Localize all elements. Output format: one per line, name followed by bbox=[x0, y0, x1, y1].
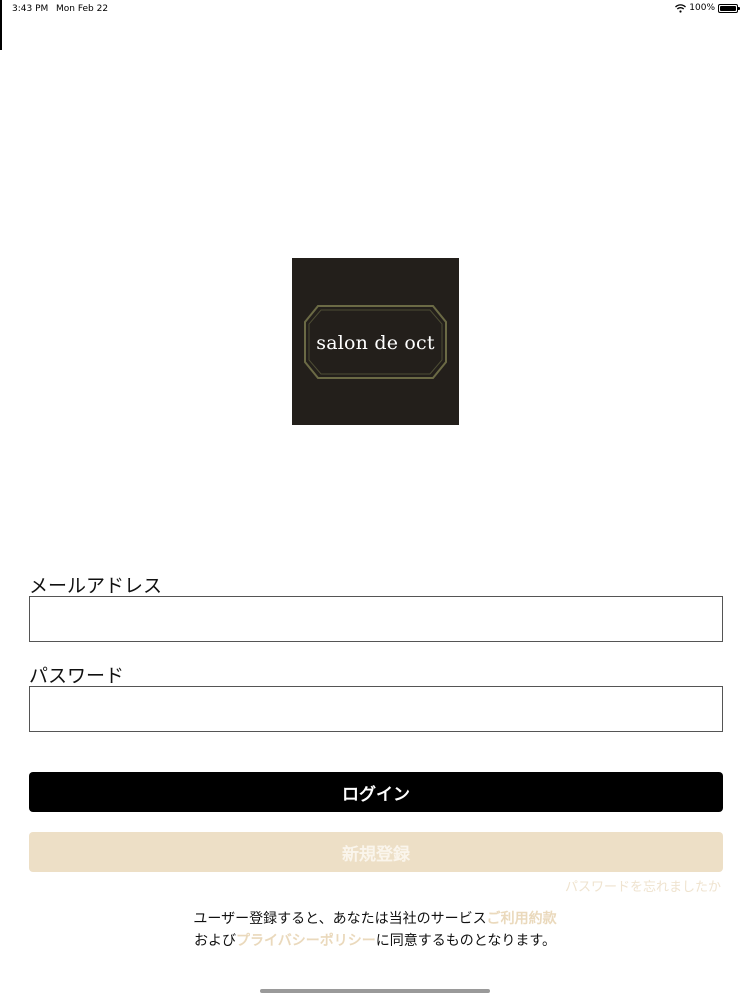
terms-text-1: ユーザー登録すると、あなたは当社のサービス bbox=[193, 911, 487, 927]
home-indicator[interactable] bbox=[260, 989, 490, 993]
register-button[interactable]: 新規登録 bbox=[29, 832, 723, 872]
email-field[interactable] bbox=[29, 596, 723, 642]
privacy-policy-link[interactable]: プライバシーポリシー bbox=[236, 933, 376, 949]
battery-percent: 100% bbox=[689, 3, 715, 13]
salon-logo: salon de oct bbox=[292, 258, 459, 425]
login-button[interactable]: ログイン bbox=[29, 772, 723, 812]
wifi-icon bbox=[675, 3, 687, 13]
terms-of-service-link[interactable]: ご利用約款 bbox=[487, 911, 557, 927]
terms-text-3: に同意するものとなります。 bbox=[375, 933, 556, 949]
battery-icon bbox=[718, 3, 740, 13]
password-label: パスワード bbox=[29, 665, 125, 687]
status-date: Mon Feb 22 bbox=[56, 4, 109, 14]
battery-fill bbox=[720, 5, 736, 11]
terms-line-2: およびプライバシーポリシーに同意するものとなります。 bbox=[0, 930, 750, 952]
status-time: 3:43 PM bbox=[12, 4, 49, 14]
forgot-password-link[interactable]: パスワードを忘れましたか bbox=[565, 876, 721, 895]
status-indicators: 100% bbox=[675, 3, 740, 13]
login-screen: 3:43 PM Mon Feb 22 100% salon de oct メール… bbox=[0, 0, 750, 1000]
terms-notice: ユーザー登録すると、あなたは当社のサービスご利用約款 およびプライバシーポリシー… bbox=[0, 908, 750, 952]
terms-text-2: および bbox=[194, 933, 237, 949]
terms-line-1: ユーザー登録すると、あなたは当社のサービスご利用約款 bbox=[0, 908, 750, 930]
logo-text: salon de oct bbox=[316, 331, 435, 354]
email-label: メールアドレス bbox=[29, 575, 163, 597]
password-field[interactable] bbox=[29, 686, 723, 732]
status-bar: 3:43 PM Mon Feb 22 100% bbox=[0, 0, 750, 20]
